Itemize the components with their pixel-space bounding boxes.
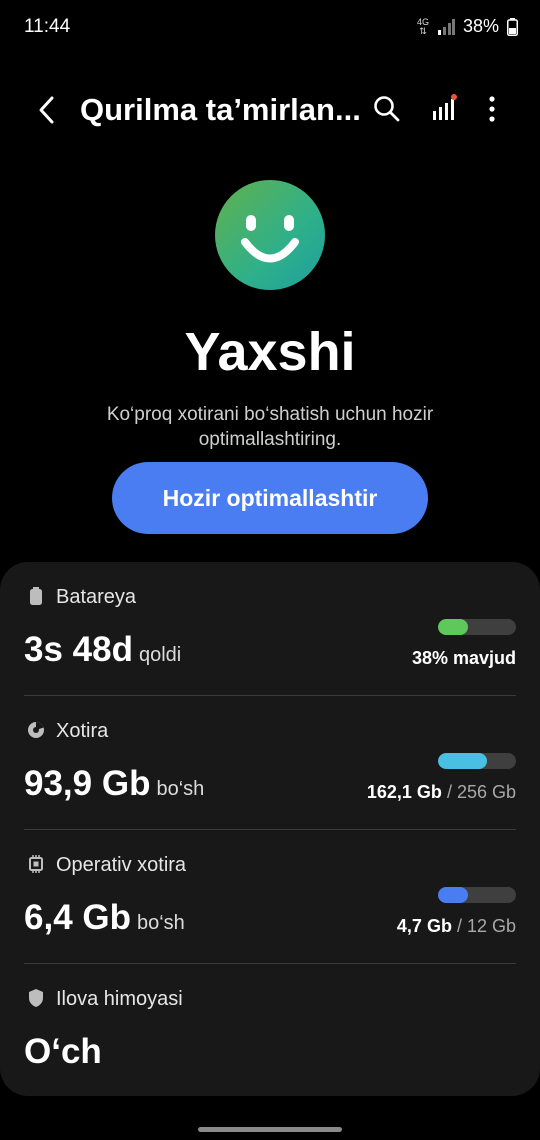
memory-usage-bar (438, 887, 516, 903)
signal-icon (437, 18, 455, 35)
status-indicators: 4G ⇅ 38% (417, 16, 518, 37)
battery-percent: 38% (462, 16, 499, 36)
search-icon[interactable] (372, 94, 402, 124)
status-hero: Yaxshi Ko‘proq xotirani bo‘shatish uchun… (0, 180, 540, 452)
network-type: 4G ⇅ (416, 16, 429, 36)
optimize-now-button[interactable]: Hozir optimallashtir (112, 462, 428, 534)
status-time: 11:44 (24, 16, 71, 37)
row-value: 3s 48d qoldi (24, 630, 182, 669)
memory-row[interactable]: Operativ xotira 6,4 Gb bo‘sh 4,7 Gb / 12 … (24, 830, 516, 964)
row-label: Ilova himoyasi (56, 988, 183, 1010)
row-detail: 4,7 Gb / 12 Gb (396, 916, 516, 936)
diagnostics-icon[interactable] (430, 94, 460, 124)
status-bar: 11:44 4G ⇅ 38% (0, 0, 540, 56)
row-value: 6,4 Gb bo‘sh (24, 898, 185, 937)
memory-chip-icon (29, 855, 43, 873)
row-value: O‘ch (24, 1032, 102, 1071)
bar-fill (438, 887, 469, 903)
app-protection-row[interactable]: Ilova himoyasi O‘ch (24, 964, 516, 1098)
shield-icon (29, 989, 43, 1007)
storage-row[interactable]: Xotira 93,9 Gb bo‘sh 162,1 Gb / 256 Gb (24, 696, 516, 830)
bar-fill (438, 619, 468, 635)
page-title: Qurilma ta’mirlan... (80, 92, 361, 127)
status-message: Ko‘proq xotirani bo‘shatish uchun hozir … (106, 404, 434, 450)
storage-icon (28, 722, 44, 738)
row-label: Xotira (56, 720, 109, 742)
row-detail: 162,1 Gb / 256 Gb (366, 782, 516, 802)
more-options-icon[interactable] (477, 94, 507, 124)
battery-level-bar (438, 619, 516, 635)
row-value: 93,9 Gb bo‘sh (24, 764, 205, 803)
smile-face-icon (215, 180, 325, 290)
status-card: Batareya 3s 48d qoldi 38% mavjud Xotira 9… (0, 562, 540, 1096)
app-bar: Qurilma ta’mirlan... (0, 80, 540, 140)
row-detail: 38% mavjud (411, 648, 516, 668)
battery-row[interactable]: Batareya 3s 48d qoldi 38% mavjud (24, 562, 516, 696)
row-label: Operativ xotira (56, 854, 187, 876)
bar-fill (438, 753, 488, 769)
device-status-word: Yaxshi (184, 322, 356, 382)
battery-icon (30, 587, 42, 605)
battery-status-icon (507, 17, 518, 36)
row-label: Batareya (56, 586, 137, 608)
back-arrow-icon[interactable] (34, 94, 62, 126)
home-indicator[interactable] (198, 1127, 342, 1132)
storage-usage-bar (438, 753, 516, 769)
